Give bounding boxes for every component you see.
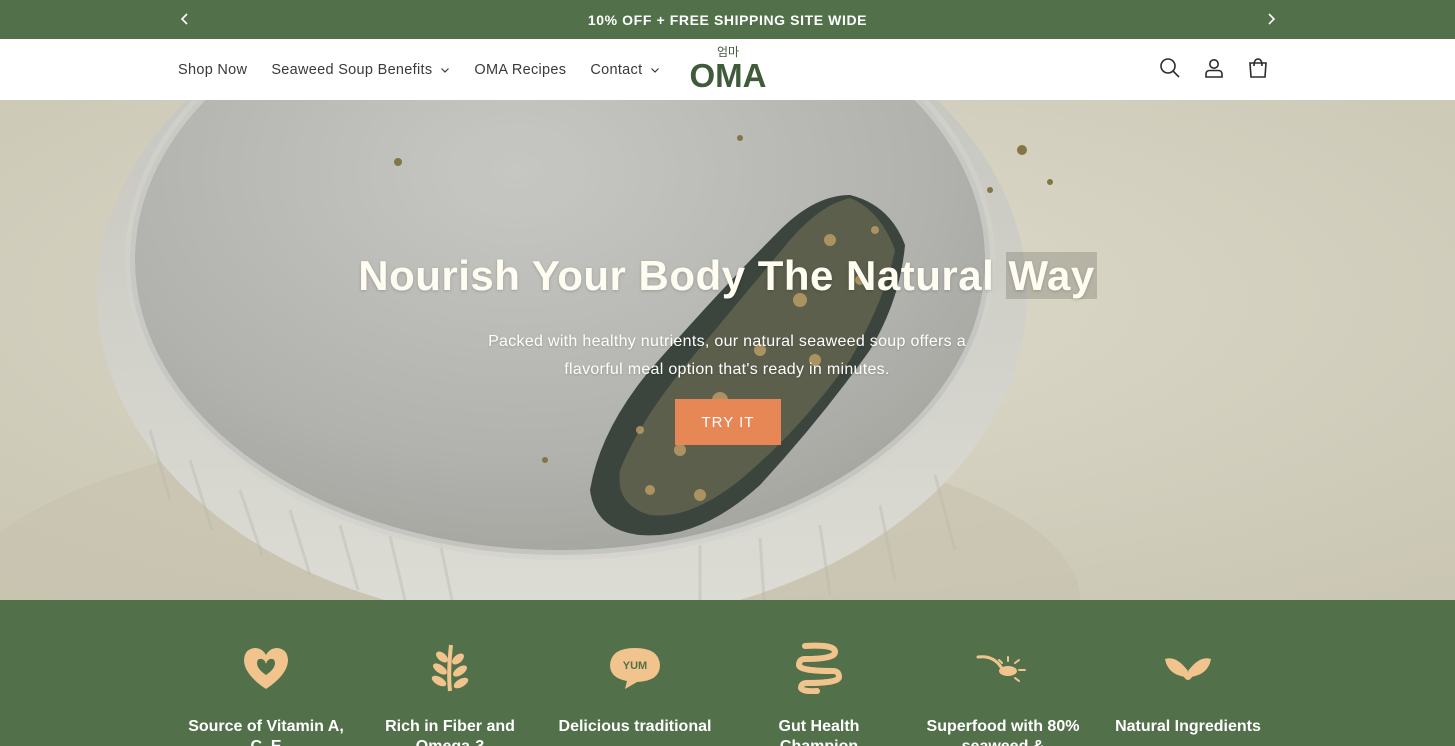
benefit-item: Source of Vitamin A, C, E [186,600,346,746]
announcement-next-button[interactable] [1261,9,1281,29]
benefit-label: Natural Ingredients [1115,718,1261,735]
chevron-down-icon [651,67,660,73]
cart-icon [1249,58,1267,78]
chevron-down-icon [441,67,450,73]
chevron-right-icon [1268,13,1276,25]
yum-bubble-icon: YUM [610,648,660,689]
search-button[interactable] [1158,56,1182,80]
search-icon [1160,58,1180,78]
try-it-button[interactable]: TRY IT [675,399,781,445]
nav-item-seaweed-soup-benefits[interactable]: Seaweed Soup Benefits [271,62,450,78]
nav-item-label: Contact [590,61,643,78]
svg-text:YUM: YUM [623,660,647,672]
cart-button[interactable] [1246,56,1270,80]
hero-banner: Nourish Your Body The Natural Way Packed… [0,100,1455,600]
hero-title-highlight: Way [1006,252,1097,299]
benefit-item: YUM Delicious traditional [555,600,715,737]
heart-icon [244,648,288,689]
benefit-label: Source of Vitamin A, C, E [188,718,344,746]
benefits-section: Source of Vitamin A, C, E Rich in Fiber … [0,600,1455,746]
hero-title: Nourish Your Body The Natural Way [0,252,1455,300]
nav-item-label: OMA Recipes [474,61,567,78]
spoon-icon [976,655,1026,682]
nav-item-contact[interactable]: Contact [590,62,660,78]
nav-item-label: Seaweed Soup Benefits [271,61,433,78]
main-nav: Shop Now Seaweed Soup Benefits OMA Recip… [178,39,660,100]
logo-text: OMA [689,57,767,94]
benefit-label: Gut Health Champion [778,718,860,746]
announcement-message: 10% OFF + FREE SHIPPING SITE WIDE [587,11,868,28]
site-header: Shop Now Seaweed Soup Benefits OMA Recip… [0,39,1455,100]
account-icon [1205,59,1223,78]
hero-title-main: Nourish Your Body The Natural [358,252,1007,299]
benefit-item: Gut Health Champion [739,600,899,746]
benefit-label: Rich in Fiber and Omega-3 [385,718,515,746]
intestine-icon [795,642,843,694]
nav-item-oma-recipes[interactable]: OMA Recipes [474,62,566,78]
benefit-item: Natural Ingredients [1108,600,1268,737]
chevron-left-icon [180,13,188,25]
nav-item-shop-now[interactable]: Shop Now [178,62,247,78]
site-logo[interactable]: 엄마 OMA [682,45,774,95]
account-button[interactable] [1202,56,1226,80]
leaf-wings-icon [1165,658,1211,680]
benefit-label: Superfood with 80% seaweed & [926,718,1080,746]
header-icons [1158,56,1270,80]
nav-item-label: Shop Now [178,61,248,78]
announcement-bar: 10% OFF + FREE SHIPPING SITE WIDE [0,0,1455,39]
benefit-item: Rich in Fiber and Omega-3 [370,600,530,746]
benefit-item: Superfood with 80% seaweed & [923,600,1083,746]
benefit-label: Delicious traditional [558,718,712,735]
announcement-prev-button[interactable] [175,9,195,29]
seaweed-icon [431,644,469,692]
hero-subtitle: Packed with healthy nutrients, our natur… [488,333,966,378]
